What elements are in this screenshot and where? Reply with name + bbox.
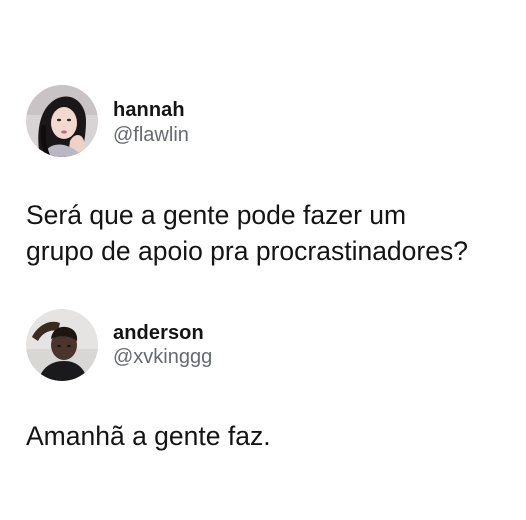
- user-handle[interactable]: @xvkinggg: [113, 346, 212, 369]
- display-name[interactable]: hannah: [113, 99, 185, 122]
- display-name[interactable]: anderson: [113, 322, 204, 345]
- tweet-text: Será que a gente pode fazer um grupo de …: [26, 200, 468, 266]
- avatar-anderson-icon[interactable]: [26, 309, 98, 381]
- user-handle[interactable]: @flawlin: [113, 124, 189, 147]
- avatar-hannah-icon[interactable]: [26, 85, 98, 157]
- tweet-text: Amanhã a gente faz.: [26, 421, 271, 451]
